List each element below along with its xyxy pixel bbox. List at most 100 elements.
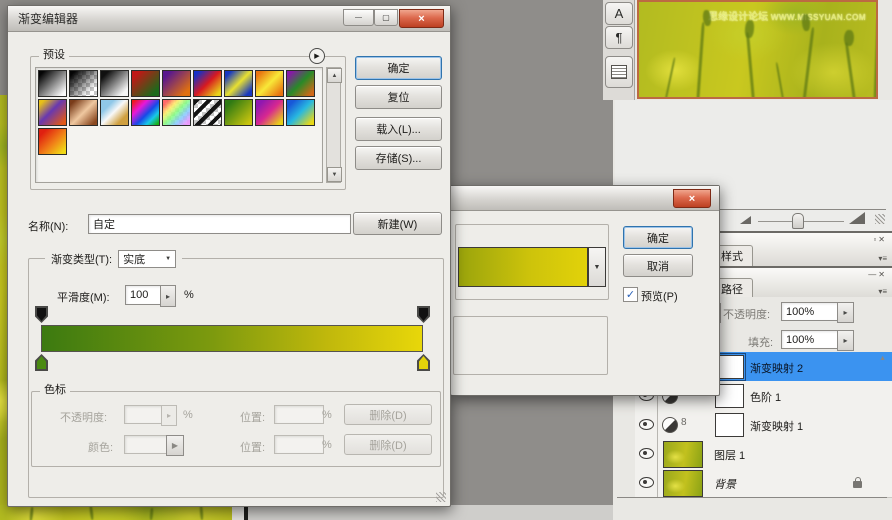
close-icon: × [689, 193, 695, 205]
layer-visibility-toggle[interactable] [635, 439, 658, 468]
document-canvas-bottom[interactable] [0, 505, 232, 520]
close-button[interactable]: × [673, 189, 711, 208]
layer-name[interactable]: 背景 [714, 476, 736, 492]
workspace-floor [248, 505, 613, 520]
cancel-button[interactable]: 取消 [623, 254, 693, 277]
gradient-preset-swatch[interactable] [69, 99, 98, 126]
panel-close-icon[interactable]: ✕ [878, 235, 887, 244]
gradient-preview-bar[interactable] [458, 247, 588, 287]
gradient-preset-swatch[interactable] [255, 99, 284, 126]
opacity-label: 不透明度: [723, 306, 770, 322]
paragraph-panel-button[interactable]: ¶ [605, 26, 633, 49]
grass-stalk [844, 30, 855, 47]
grass-stalk [845, 42, 856, 99]
layer-row[interactable]: 8 渐变映射 1 [635, 410, 892, 440]
minimize-button[interactable]: — [343, 9, 374, 26]
fill-spinner[interactable]: ▸ [837, 330, 854, 351]
panel-resize-grip[interactable] [875, 214, 885, 224]
gradient-preset-swatch[interactable] [193, 99, 222, 126]
paths-flyout-menu-icon[interactable]: ▾≡ [878, 287, 887, 296]
character-panel-button[interactable]: A [605, 2, 633, 25]
stop-opacity-percent: % [183, 409, 193, 421]
opacity-spinner[interactable]: ▸ [837, 302, 854, 323]
document-canvas[interactable]: 思缘设计论坛 WWW.MISSYUAN.COM [637, 0, 878, 99]
opacity-value[interactable]: 100% [781, 302, 841, 321]
gradient-preset-swatch[interactable] [224, 99, 253, 126]
gradient-preset-swatch[interactable] [38, 99, 67, 126]
zoom-slider-thumb[interactable] [792, 213, 804, 229]
maximize-icon: ▢ [382, 13, 390, 22]
load-button[interactable]: 载入(L)... [355, 117, 442, 141]
gradient-preset-swatch[interactable] [100, 70, 129, 97]
gradient-type-dropdown[interactable]: 实底 ▼ [118, 250, 176, 268]
eye-icon [639, 477, 654, 488]
styles-flyout-menu-icon[interactable]: ▾≡ [878, 254, 887, 263]
adjustment-layer-icon[interactable] [662, 417, 678, 433]
collapsed-panel-strip: A ¶ [603, 0, 635, 100]
preview-checkbox[interactable]: ✓ [623, 287, 638, 302]
scroll-up-button[interactable]: ▲ [327, 68, 342, 83]
gradient-preset-swatch[interactable] [162, 70, 191, 97]
layers-scroll-up-icon[interactable]: ▲ [879, 355, 886, 362]
gradient-preset-fill [163, 71, 190, 96]
gradient-preview-dropdown[interactable]: ▼ [588, 247, 606, 287]
layer-row[interactable]: 图层 1 [635, 439, 892, 469]
color-stop-left[interactable] [35, 354, 48, 371]
opacity-stop-left[interactable] [35, 306, 48, 323]
layers-panel-button[interactable] [605, 56, 633, 88]
gradient-preset-swatch[interactable] [38, 128, 67, 155]
gradient-preset-swatch[interactable] [286, 70, 315, 97]
gradient-bar[interactable] [41, 325, 423, 352]
scroll-down-button[interactable]: ▼ [327, 167, 342, 182]
layer-name[interactable]: 色阶 1 [750, 389, 781, 405]
gradient-preset-swatch[interactable] [38, 70, 67, 97]
layer-name[interactable]: 图层 1 [714, 447, 745, 463]
smoothness-spinner[interactable]: ▸ [160, 285, 176, 307]
eye-icon [639, 448, 654, 459]
gradient-preset-swatch[interactable] [286, 99, 315, 126]
gradient-preset-swatch[interactable] [131, 99, 160, 126]
gradient-preset-swatch[interactable] [131, 70, 160, 97]
gradient-preset-swatch[interactable] [162, 99, 191, 126]
gradient-preset-fill [194, 71, 221, 96]
name-input[interactable]: 自定 [88, 214, 351, 234]
presets-scrollbar[interactable]: ▲ ▼ [326, 67, 341, 183]
stop-location-label-2: 位置: [240, 439, 265, 455]
layer-visibility-toggle[interactable] [635, 468, 658, 497]
zoom-out-icon[interactable] [740, 216, 751, 224]
layer-name[interactable]: 渐变映射 1 [750, 418, 803, 434]
save-button[interactable]: 存储(S)... [355, 146, 442, 170]
panel-minimize-icon[interactable]: — [868, 270, 878, 279]
flyout-arrow-icon: ▶ [314, 52, 319, 60]
grass-stalk [746, 32, 755, 99]
layers-bottom-divider [617, 497, 887, 498]
reset-button[interactable]: 复位 [355, 85, 442, 109]
ok-button[interactable]: 确定 [623, 226, 693, 249]
layer-row[interactable]: 背景 [635, 468, 892, 498]
new-button[interactable]: 新建(W) [353, 212, 442, 235]
close-button[interactable]: × [399, 9, 444, 28]
ok-button[interactable]: 确定 [355, 56, 442, 80]
layer-name[interactable]: 渐变映射 2 [750, 360, 803, 376]
maximize-button[interactable]: ▢ [374, 9, 398, 26]
stop-color-picker-arrow[interactable]: ▶ [166, 435, 184, 456]
gradient-preset-swatch[interactable] [224, 70, 253, 97]
zoom-in-icon[interactable] [849, 212, 865, 224]
gradient-type-label: 渐变类型(T): [51, 251, 112, 267]
layer-thumbnail[interactable] [663, 470, 703, 497]
gradient-preset-swatch[interactable] [255, 70, 284, 97]
mask-link-icon[interactable]: 8 [681, 417, 687, 428]
opacity-stop-right[interactable] [417, 306, 430, 323]
color-stop-right[interactable] [417, 354, 430, 371]
presets-flyout-button[interactable]: ▶ [309, 48, 325, 64]
gradient-preset-swatch[interactable] [193, 70, 222, 97]
layer-mask-thumbnail[interactable] [715, 413, 744, 437]
grass-stalk [199, 505, 203, 520]
layer-thumbnail[interactable] [663, 441, 703, 468]
panel-close-icon[interactable]: ✕ [878, 270, 887, 279]
fill-value[interactable]: 100% [781, 330, 841, 349]
gradient-preset-swatch[interactable] [69, 70, 98, 97]
dialog-resize-grip[interactable] [436, 492, 446, 502]
gradient-preset-swatch[interactable] [100, 99, 129, 126]
layer-visibility-toggle[interactable] [635, 410, 658, 439]
